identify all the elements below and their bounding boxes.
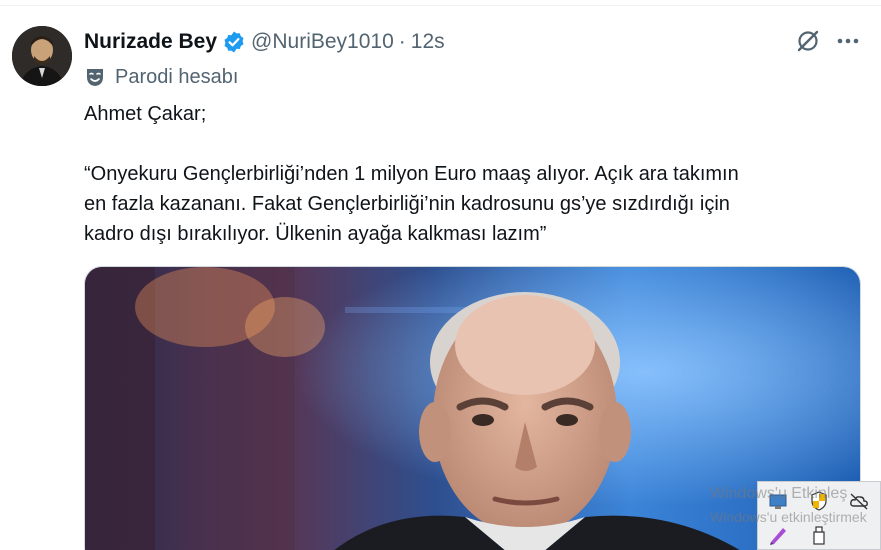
tweet-header: Nurizade Bey @NuriBey1010 · 12s [84,27,445,57]
tweet-text: Ahmet Çakar; “Onyekuru Gençlerbirliği’nd… [84,99,854,249]
verified-badge-icon[interactable] [222,30,246,54]
timestamp[interactable]: 12s [411,30,445,54]
system-tray-popup [757,481,881,550]
network-icon[interactable] [767,490,789,512]
top-divider [0,0,881,6]
avatar[interactable] [12,26,72,86]
tweet-text-line: en fazla kazananı. Fakat Gençlerbirliği’… [84,193,730,215]
tweet-media-image[interactable] [84,266,861,550]
tweet-text-line: “Onyekuru Gençlerbirliği’nden 1 milyon E… [84,163,739,185]
tweet-text-line: kadro dışı bırakılıyor. Ülkenin ayağa ka… [84,223,547,245]
parody-account-label: Parodi hesabı [115,65,239,88]
tweet-text-line: Ahmet Çakar; [84,103,207,125]
pen-icon[interactable] [767,524,789,546]
parody-mask-icon [84,66,106,88]
separator-dot: · [398,30,406,53]
usb-drive-icon[interactable] [808,524,830,546]
more-options-icon[interactable] [834,27,862,55]
security-shield-icon[interactable] [808,490,830,512]
user-handle[interactable]: @NuriBey1010 [251,30,394,54]
parody-account-row: Parodi hesabı [84,62,238,92]
cloud-offline-icon[interactable] [848,490,870,512]
display-name[interactable]: Nurizade Bey [84,30,217,54]
grok-icon[interactable] [794,27,822,55]
